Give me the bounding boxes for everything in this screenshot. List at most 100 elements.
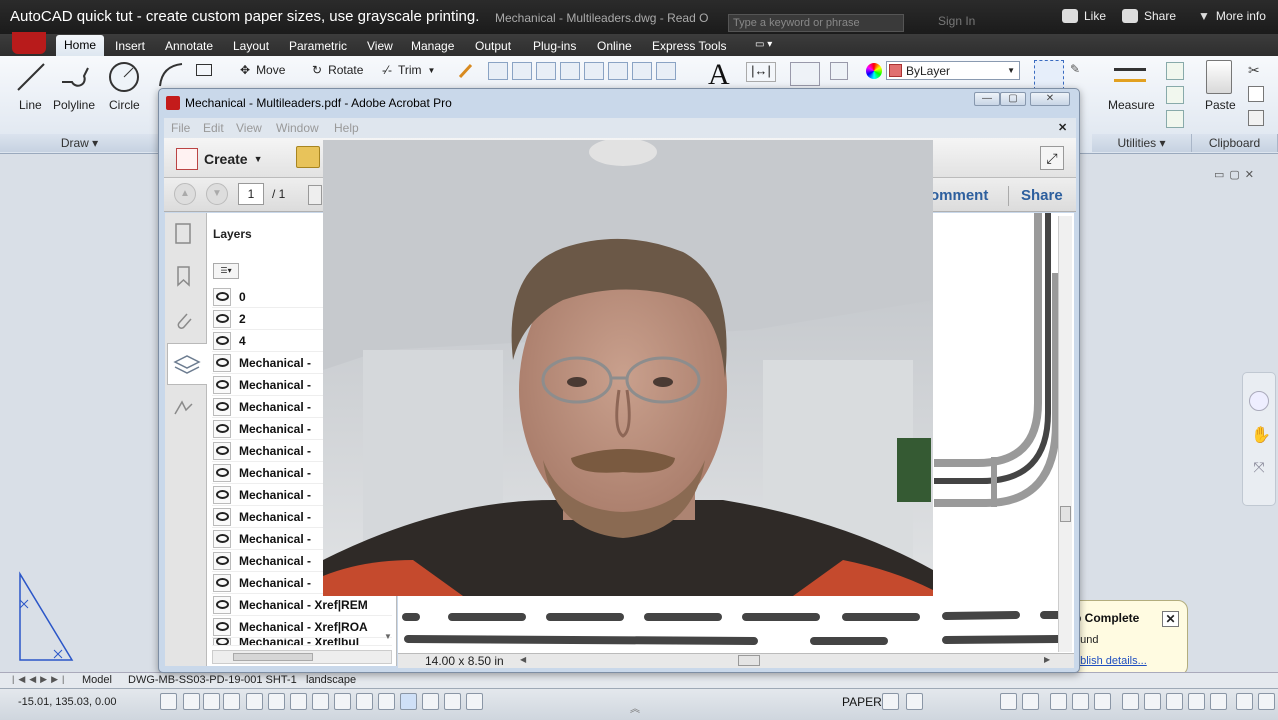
- annotation-monitor-icon[interactable]: [444, 693, 461, 710]
- match-properties-icon[interactable]: ✎: [1070, 62, 1088, 80]
- horizontal-scroll-thumb[interactable]: [738, 655, 760, 666]
- rotate-button[interactable]: ↻ Rotate: [312, 63, 363, 77]
- tab-online[interactable]: Online: [590, 37, 639, 55]
- layers-horizontal-scrollbar[interactable]: [212, 650, 392, 664]
- tab-parametric[interactable]: Parametric: [282, 37, 354, 55]
- scrollbar-thumb[interactable]: [1060, 506, 1071, 522]
- copy-icon[interactable]: [1248, 86, 1264, 102]
- otrack-icon[interactable]: [290, 693, 307, 710]
- dimension-icon[interactable]: |↔|: [746, 62, 776, 82]
- menu-icon[interactable]: [1236, 693, 1253, 710]
- draw-panel-title[interactable]: Draw ▾: [0, 134, 160, 152]
- eye-icon[interactable]: [213, 375, 231, 394]
- share-button[interactable]: Share: [1122, 9, 1176, 23]
- publish-details-link[interactable]: ublish details...: [1074, 655, 1147, 667]
- eye-icon[interactable]: [213, 441, 231, 460]
- app-logo[interactable]: [12, 32, 46, 54]
- menu-edit[interactable]: Edit: [203, 121, 224, 135]
- circle-icon[interactable]: [106, 60, 142, 94]
- tab-model[interactable]: Model: [82, 674, 112, 686]
- polyline-icon[interactable]: [58, 62, 92, 92]
- layer-row[interactable]: Mechanical - Xref|REM: [212, 594, 392, 616]
- polar-icon[interactable]: [246, 693, 263, 710]
- color-control[interactable]: ByLayer ▼: [866, 61, 1020, 80]
- document-vertical-scrollbar[interactable]: [1058, 216, 1072, 652]
- tab-output[interactable]: Output: [468, 37, 518, 55]
- paste-icon[interactable]: [1206, 60, 1232, 94]
- workspace-gear-icon[interactable]: [1050, 693, 1067, 710]
- menu-window[interactable]: Window: [276, 121, 319, 135]
- like-button[interactable]: Like: [1062, 9, 1106, 23]
- layout-nav-arrows[interactable]: |◀◀▶▶|: [12, 674, 68, 685]
- minimize-button[interactable]: —: [974, 92, 1000, 106]
- layer-row[interactable]: Mechanical - Xref|bul: [212, 638, 392, 646]
- eye-icon[interactable]: [213, 617, 231, 636]
- annotation-scale-icon[interactable]: [1000, 693, 1017, 710]
- eye-icon[interactable]: [213, 353, 231, 372]
- scroll-left-arrow-icon[interactable]: ◀: [520, 655, 526, 664]
- expand-icon[interactable]: ⤢: [1040, 146, 1064, 170]
- quick-view-drawings-icon[interactable]: [906, 693, 923, 710]
- tray-icon[interactable]: [1144, 693, 1161, 710]
- tab-layout[interactable]: Layout: [226, 37, 276, 55]
- text-tool-icon[interactable]: A: [708, 58, 730, 92]
- tab-home[interactable]: Home: [56, 35, 105, 57]
- pages-icon[interactable]: [172, 222, 194, 246]
- rectangle-icon[interactable]: [196, 64, 212, 76]
- zoom-icon[interactable]: ⤧: [1249, 459, 1269, 479]
- tray-icon[interactable]: [1122, 693, 1139, 710]
- ortho-icon[interactable]: [223, 693, 240, 710]
- quick-select-icon[interactable]: [1034, 60, 1064, 90]
- layer-tool-icon[interactable]: [632, 62, 652, 80]
- line-tool-label[interactable]: Line: [19, 98, 42, 112]
- eye-icon[interactable]: [213, 419, 231, 438]
- close-icon[interactable]: ✕: [1162, 611, 1179, 627]
- paste-label[interactable]: Paste: [1205, 98, 1236, 112]
- cut-icon[interactable]: ✂: [1248, 62, 1260, 79]
- sign-in-link[interactable]: Sign In: [938, 14, 975, 28]
- menu-help[interactable]: Help: [334, 121, 359, 135]
- signatures-icon[interactable]: [172, 396, 194, 420]
- menu-view[interactable]: View: [236, 121, 262, 135]
- eye-icon[interactable]: [213, 507, 231, 526]
- tab-layout-sheet[interactable]: DWG-MB-SS03-PD-19-001 SHT-1: [128, 674, 297, 686]
- layers-tab[interactable]: [167, 343, 207, 385]
- add-icon[interactable]: [466, 693, 483, 710]
- window-close-button[interactable]: ✕: [1030, 92, 1070, 106]
- share-pane-button[interactable]: Share: [1021, 187, 1063, 204]
- measure-icon[interactable]: [1114, 68, 1146, 82]
- previous-page-icon[interactable]: ▲: [174, 183, 196, 205]
- expand-chevron-icon[interactable]: ︽: [630, 700, 640, 715]
- pan-icon[interactable]: ✋: [1251, 425, 1271, 445]
- infer-icon[interactable]: [160, 693, 177, 710]
- bookmarks-icon[interactable]: [172, 264, 194, 288]
- tab-landscape[interactable]: landscape: [306, 674, 356, 686]
- osnap-icon[interactable]: [268, 693, 285, 710]
- layer-tool-icon[interactable]: [656, 62, 676, 80]
- eye-icon[interactable]: [213, 309, 231, 328]
- tab-manage[interactable]: Manage: [404, 37, 461, 55]
- lock-icon[interactable]: [1072, 693, 1089, 710]
- eye-icon[interactable]: [213, 551, 231, 570]
- tray-icon[interactable]: [1166, 693, 1183, 710]
- selection-cycling-icon[interactable]: [422, 693, 439, 710]
- warning-icon[interactable]: [1188, 693, 1205, 710]
- bulb-icon[interactable]: [1210, 693, 1227, 710]
- scroll-right-arrow-icon[interactable]: ▶: [1044, 655, 1050, 664]
- next-page-icon[interactable]: ▼: [206, 183, 228, 205]
- copy-clip-icon[interactable]: [1248, 110, 1264, 126]
- maximize-button[interactable]: ▢: [1000, 92, 1026, 106]
- utility-icon[interactable]: [1166, 62, 1184, 80]
- tab-plug-ins[interactable]: Plug-ins: [526, 37, 583, 55]
- properties-icon[interactable]: [830, 62, 848, 80]
- eye-icon[interactable]: [213, 529, 231, 548]
- calculator-icon[interactable]: [1166, 110, 1184, 128]
- layer-tool-icon[interactable]: [536, 62, 556, 80]
- clipboard-panel-title[interactable]: Clipboard: [1192, 134, 1278, 152]
- tab-view[interactable]: View: [360, 37, 400, 55]
- ribbon-options-icon[interactable]: ▭ ▾: [748, 37, 779, 52]
- arc-icon[interactable]: [156, 60, 186, 90]
- viewport-controls[interactable]: ▭▢✕: [1214, 168, 1259, 181]
- eye-icon[interactable]: [213, 331, 231, 350]
- scrollbar-thumb[interactable]: [233, 653, 313, 661]
